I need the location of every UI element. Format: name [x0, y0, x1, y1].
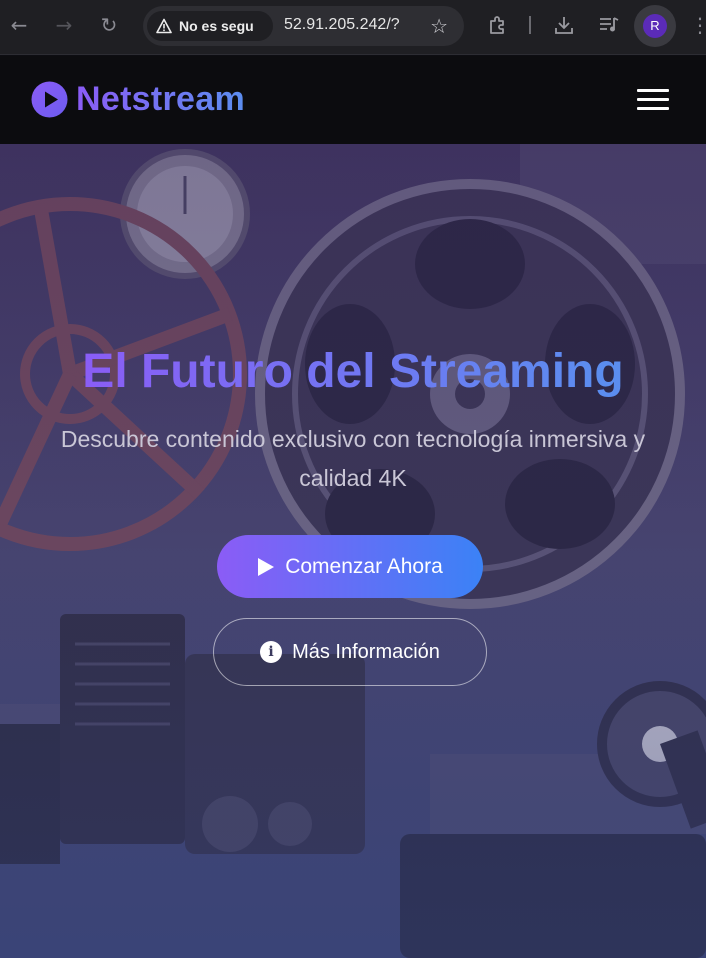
start-now-button[interactable]: Comenzar Ahora — [217, 535, 483, 598]
start-now-label: Comenzar Ahora — [285, 554, 443, 578]
security-label: No es segu — [179, 18, 254, 34]
warning-icon — [156, 18, 172, 34]
hero-section: El Futuro del Streaming Descubre conteni… — [0, 144, 706, 958]
hamburger-menu-icon[interactable] — [637, 89, 669, 111]
more-info-button[interactable]: i Más Información — [213, 618, 487, 686]
more-info-label: Más Información — [292, 640, 440, 663]
media-icon[interactable] — [597, 13, 621, 37]
security-chip[interactable]: No es segu — [147, 11, 273, 41]
hero-subtitle: Descubre contenido exclusivo con tecnolo… — [60, 426, 646, 491]
star-icon[interactable]: ☆ — [430, 14, 448, 38]
address-bar[interactable]: No es segu 52.91.205.242/? ☆ — [143, 6, 464, 46]
site-header: Netstream — [0, 56, 706, 144]
profile-button[interactable]: R — [634, 5, 676, 47]
info-icon: i — [260, 641, 283, 663]
toolbar-divider — [529, 16, 531, 34]
play-circle-icon — [31, 81, 68, 118]
extensions-icon[interactable] — [486, 13, 510, 37]
hero-title: El Futuro del Streaming — [0, 344, 706, 399]
browser-toolbar: ← → ↻ No es segu 52.91.205.242/? ☆ R ⋮ — [0, 0, 706, 55]
more-icon[interactable]: ⋮ — [690, 12, 706, 38]
brand-logo[interactable]: Netstream — [31, 80, 245, 119]
url-text[interactable]: 52.91.205.242/? — [284, 16, 400, 34]
forward-arrow-icon[interactable]: → — [51, 12, 77, 38]
download-icon[interactable] — [552, 13, 576, 37]
back-arrow-icon[interactable]: ← — [6, 12, 32, 38]
reload-icon[interactable]: ↻ — [96, 12, 122, 38]
brand-name: Netstream — [76, 80, 245, 118]
play-icon — [257, 557, 275, 577]
avatar: R — [643, 14, 667, 38]
